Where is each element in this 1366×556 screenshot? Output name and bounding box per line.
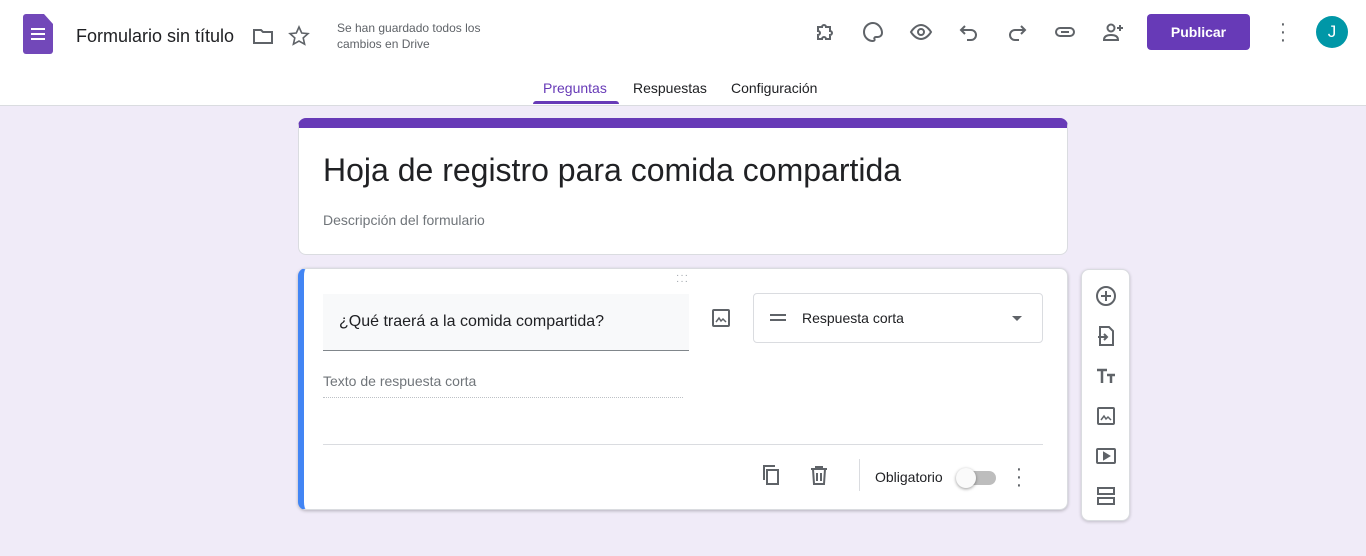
redo-icon[interactable] [1005, 20, 1029, 44]
folder-icon[interactable] [251, 24, 275, 48]
palette-icon[interactable] [861, 20, 885, 44]
save-status: Se han guardado todos los cambios en Dri… [337, 21, 481, 51]
required-toggle[interactable] [956, 468, 996, 488]
app-header: Formulario sin título Se han guardado to… [0, 0, 1366, 106]
add-title-icon[interactable] [1094, 364, 1118, 388]
add-question-icon[interactable] [1094, 284, 1118, 308]
import-questions-icon[interactable] [1094, 324, 1118, 348]
add-image-icon[interactable] [709, 306, 733, 330]
add-image-icon[interactable] [1094, 404, 1118, 428]
short-answer-placeholder: Texto de respuesta corta [323, 373, 683, 398]
add-section-icon[interactable] [1094, 484, 1118, 508]
question-title-input[interactable]: ¿Qué traerá a la comida compartida? [323, 294, 689, 351]
more-vert-icon[interactable]: · · · [1277, 14, 1289, 50]
question-card: ··· ··· ¿Qué traerá a la comida compartid… [298, 268, 1068, 510]
publish-button[interactable]: Publicar [1147, 14, 1250, 50]
question-more-icon[interactable]: · · · [1014, 459, 1024, 495]
undo-icon[interactable] [957, 20, 981, 44]
doc-title[interactable]: Formulario sin título [76, 26, 234, 47]
short-answer-icon [770, 314, 786, 316]
chevron-down-icon [1012, 316, 1022, 321]
star-icon[interactable] [287, 24, 311, 48]
form-description-input[interactable]: Descripción del formulario [323, 212, 485, 228]
form-title[interactable]: Hoja de registro para comida compartida [323, 152, 901, 189]
footer-vertical-divider [859, 459, 860, 491]
required-label: Obligatorio [875, 469, 943, 485]
preview-eye-icon[interactable] [909, 20, 933, 44]
link-icon[interactable] [1053, 20, 1077, 44]
drag-handle-icon[interactable]: ··· ··· [676, 271, 689, 287]
tab-active-indicator [533, 101, 619, 104]
question-type-label: Respuesta corta [802, 310, 904, 326]
avatar[interactable]: J [1316, 16, 1348, 48]
add-collaborator-icon[interactable] [1101, 20, 1125, 44]
floating-toolbar [1081, 269, 1130, 521]
form-header-card: Hoja de registro para comida compartida … [298, 118, 1068, 255]
tab-configuracion[interactable]: Configuración [731, 80, 817, 96]
addons-icon[interactable] [813, 20, 837, 44]
tab-preguntas[interactable]: Preguntas [543, 80, 607, 96]
forms-logo[interactable] [23, 14, 53, 54]
add-video-icon[interactable] [1094, 444, 1118, 468]
duplicate-icon[interactable] [759, 463, 783, 487]
tab-respuestas[interactable]: Respuestas [633, 80, 707, 96]
question-type-dropdown[interactable]: Respuesta corta [753, 293, 1043, 343]
footer-divider [323, 444, 1043, 445]
delete-icon[interactable] [807, 463, 831, 487]
